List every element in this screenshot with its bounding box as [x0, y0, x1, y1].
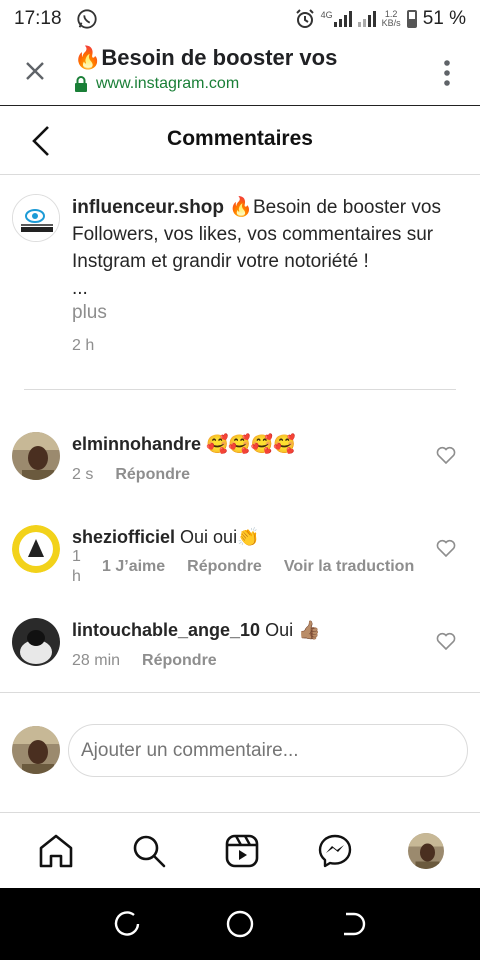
system-nav-bar [0, 888, 480, 960]
comment-username[interactable]: lintouchable_ange_10 [72, 620, 260, 640]
comment-username[interactable]: sheziofficiel [72, 527, 175, 547]
net-speed-unit: KB/s [381, 18, 401, 28]
browser-page-title: 🔥Besoin de booster vos [74, 45, 338, 70]
influenceur-logo-icon [13, 195, 59, 241]
comment-line: sheziofficiel Oui oui👏 [72, 525, 259, 549]
comment-line: lintouchable_ange_10 Oui 👍🏽 [72, 618, 321, 642]
net-speed: 1.2 KB/s [382, 10, 401, 28]
like-heart-icon[interactable] [436, 632, 456, 650]
avatar [12, 726, 60, 774]
caption-time: 2 h [72, 337, 95, 354]
comment-text: Oui oui👏 [175, 527, 260, 547]
nav-messenger[interactable] [315, 831, 355, 871]
reply-button[interactable]: Répondre [142, 652, 217, 670]
comment-username[interactable]: elminnohandre [72, 434, 201, 454]
caption-username[interactable]: influenceur.shop [72, 197, 224, 218]
comment-time: 28 min [72, 652, 121, 669]
nav-search[interactable] [129, 831, 169, 871]
url-text: www.instagram.com [96, 75, 240, 92]
reels-icon [225, 834, 259, 867]
nav-home[interactable] [36, 831, 76, 871]
likes-count[interactable]: 1 J’aime [102, 558, 165, 576]
status-bar: 17:18 4G 1.2 KB/s 51 % [0, 0, 480, 38]
page-title: Commentaires [167, 127, 313, 150]
divider [24, 389, 456, 390]
comment-time: 1 h [72, 548, 81, 585]
comment-meta: 1 h 1 J’aime Répondre Voir la traduction [72, 547, 414, 587]
back-icon[interactable] [338, 909, 368, 939]
avatar[interactable] [12, 194, 60, 242]
whatsapp-icon [76, 9, 97, 29]
caption-text: influenceur.shop 🔥Besoin de booster vos … [72, 194, 472, 302]
bottom-nav [0, 813, 480, 888]
search-icon [133, 835, 166, 867]
close-icon[interactable] [22, 58, 48, 84]
user-photo [12, 726, 60, 774]
post-caption: influenceur.shop 🔥Besoin de booster vos … [0, 188, 480, 388]
battery-icon [406, 10, 417, 28]
reply-button[interactable]: Répondre [187, 558, 262, 576]
comment-input[interactable] [68, 724, 468, 777]
avatar[interactable] [12, 525, 60, 573]
recent-apps-icon[interactable] [112, 909, 142, 939]
signal-4g: 4G [321, 11, 352, 27]
browser-url[interactable]: www.instagram.com [74, 75, 239, 93]
caption-ellipsis: ... [72, 278, 88, 299]
divider [0, 692, 480, 693]
home-circle-icon[interactable] [225, 909, 255, 939]
status-time: 17:18 [14, 8, 62, 29]
messenger-icon [318, 834, 351, 867]
profile-avatar[interactable] [407, 832, 444, 869]
lock-icon [75, 76, 87, 92]
more-vert-icon[interactable] [444, 60, 450, 86]
translate-button[interactable]: Voir la traduction [284, 558, 414, 576]
avatar[interactable] [12, 432, 60, 480]
comment-text: 🥰🥰🥰🥰 [201, 434, 296, 454]
user-photo [12, 432, 60, 480]
status-right: 4G 1.2 KB/s 51 % [295, 8, 466, 30]
more-link[interactable]: plus [72, 302, 107, 324]
shezi-logo-icon [12, 525, 60, 573]
user-photo [407, 832, 444, 869]
comment-text: Oui 👍🏽 [260, 620, 321, 640]
battery-level: 51 % [422, 8, 466, 29]
browser-toolbar: 🔥Besoin de booster vos www.instagram.com [0, 38, 480, 106]
nav-reels[interactable] [222, 831, 262, 871]
comment-time: 2 s [72, 466, 94, 483]
signal-bars-icon [333, 11, 352, 27]
comments-header: Commentaires [0, 107, 480, 175]
network-type: 4G [320, 10, 333, 20]
user-photo [12, 618, 60, 666]
signal-bars-2-icon [357, 11, 376, 27]
comment-composer [0, 724, 480, 780]
avatar[interactable] [12, 618, 60, 666]
comment-meta: 28 min Répondre [72, 652, 217, 670]
like-heart-icon[interactable] [436, 539, 456, 557]
screen: 17:18 4G 1.2 KB/s 51 % 🔥Besoin de booste… [0, 0, 480, 960]
comment-line: elminnohandre 🥰🥰🥰🥰 [72, 432, 296, 456]
reply-button[interactable]: Répondre [115, 466, 190, 484]
alarm-icon [295, 9, 314, 28]
home-icon [40, 834, 73, 867]
like-heart-icon[interactable] [436, 446, 456, 464]
comment-meta: 2 s Répondre [72, 466, 190, 484]
